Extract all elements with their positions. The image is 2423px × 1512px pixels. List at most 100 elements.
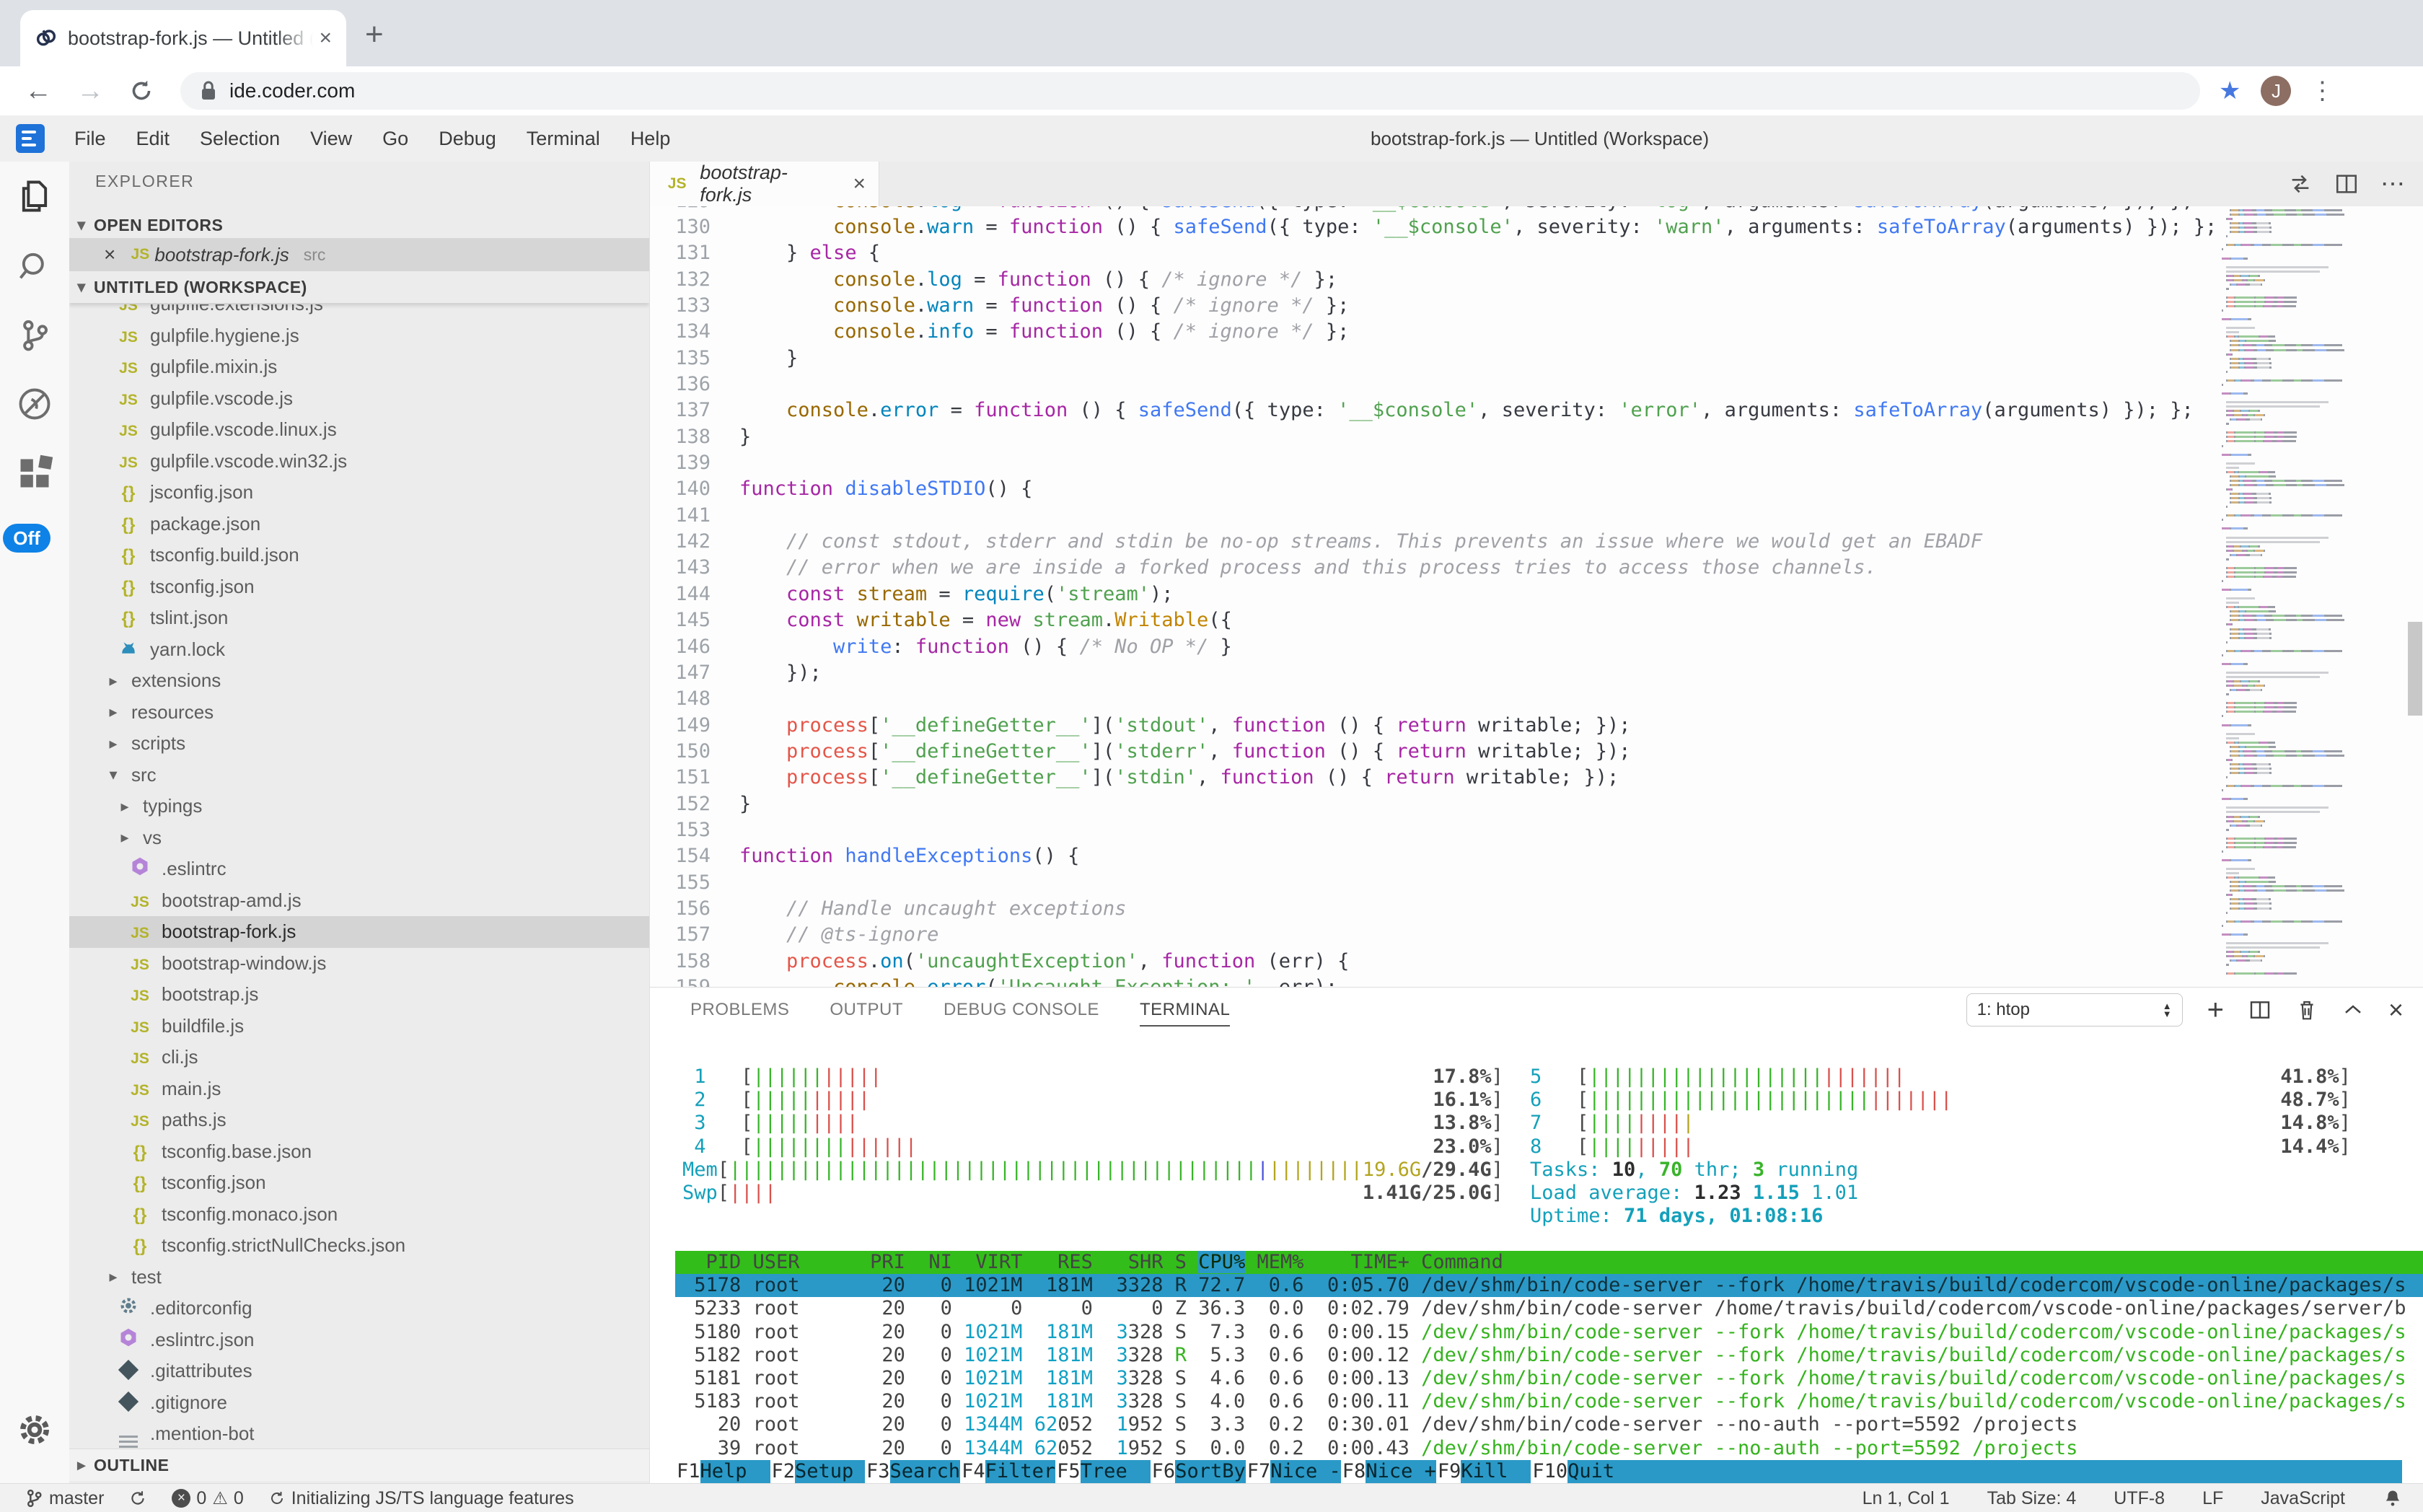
tree-item[interactable]: JSbuildfile.js (69, 1011, 649, 1042)
tree-item[interactable]: JSbootstrap.js (69, 979, 649, 1011)
sync-item[interactable] (128, 1489, 147, 1508)
coder-logo-icon[interactable] (16, 124, 45, 153)
fkey-f9[interactable]: F9 (1436, 1460, 1461, 1484)
tree-item[interactable]: JSgulpfile.hygiene.js (69, 320, 649, 352)
process-row[interactable]: 5178 root 20 0 1021M 181M 3328 R 72.7 0.… (675, 1274, 2423, 1297)
url-bar[interactable]: ide.coder.com (180, 72, 2200, 110)
code-editor[interactable]: 129 console.log = function () { safeSend… (650, 206, 2222, 987)
tree-item[interactable]: JScli.js (69, 1042, 649, 1073)
panel-tab-terminal[interactable]: TERMINAL (1140, 988, 1230, 1032)
process-row[interactable]: 5183 root 20 0 1021M 181M 3328 S 4.0 0.6… (675, 1390, 2423, 1413)
split-terminal-icon[interactable] (2248, 998, 2272, 1021)
outline-header[interactable]: ▸ OUTLINE (69, 1449, 649, 1481)
tree-item[interactable]: {}tsconfig.json (69, 1167, 649, 1199)
tree-item[interactable]: {}tsconfig.strictNullChecks.json (69, 1230, 649, 1262)
problems-item[interactable]: × 0 ⚠ 0 (172, 1488, 243, 1509)
process-row[interactable]: 5180 root 20 0 1021M 181M 3328 S 7.3 0.6… (675, 1321, 2423, 1344)
tree-folder[interactable]: ▸vs (69, 822, 649, 854)
avatar[interactable]: J (2261, 76, 2291, 106)
extensions-icon[interactable] (16, 454, 53, 492)
bell-icon[interactable] (2383, 1488, 2403, 1508)
open-editors-header[interactable]: ▾ OPEN EDITORS (69, 209, 649, 241)
maximize-panel-icon[interactable] (2342, 999, 2364, 1021)
tree-item[interactable]: JSmain.js (69, 1073, 649, 1105)
new-terminal-icon[interactable]: + (2207, 995, 2224, 1024)
tree-item[interactable]: JSbootstrap-window.js (69, 948, 649, 980)
panel-tab-problems[interactable]: PROBLEMS (690, 988, 789, 1032)
tree-item[interactable]: .gitignore (69, 1387, 649, 1419)
status-language-mode[interactable]: JavaScript (2261, 1488, 2345, 1509)
reload-icon[interactable] (128, 78, 154, 104)
tree-folder[interactable]: ▸typings (69, 791, 649, 822)
menu-edit[interactable]: Edit (121, 128, 185, 150)
fkey-f3[interactable]: F3 (865, 1460, 890, 1484)
tree-item[interactable]: JSbootstrap-amd.js (69, 885, 649, 917)
search-icon[interactable] (16, 247, 53, 284)
menu-debug[interactable]: Debug (423, 128, 511, 150)
back-icon[interactable]: ← (25, 76, 52, 107)
fkey-f10[interactable]: F10 (1531, 1460, 1567, 1484)
debug-disabled-icon[interactable] (16, 385, 53, 423)
tree-folder[interactable]: ▾src (69, 760, 649, 791)
status-tab-size[interactable]: Tab Size: 4 (1987, 1488, 2077, 1509)
fkey-f7[interactable]: F7 (1246, 1460, 1271, 1484)
browser-tab[interactable]: bootstrap-fork.js — Untitled (W × (20, 10, 346, 66)
new-tab-button[interactable]: + (365, 19, 384, 50)
process-row[interactable]: 5181 root 20 0 1021M 181M 3328 S 4.6 0.6… (675, 1367, 2423, 1390)
open-editor-item[interactable]: × JS bootstrap-fork.js src (69, 238, 649, 271)
panel-tab-debug-console[interactable]: DEBUG CONSOLE (944, 988, 1099, 1032)
git-branch-item[interactable]: master (25, 1488, 104, 1509)
bookmark-star-icon[interactable]: ★ (2219, 76, 2240, 105)
tree-item[interactable]: JSbootstrap-fork.js (69, 916, 649, 948)
source-control-icon[interactable] (16, 316, 53, 353)
process-row[interactable]: 5233 root 20 0 0 0 0 Z 36.3 0.0 0:02.79 … (675, 1297, 2423, 1320)
terminal-view[interactable]: 1 [||||||||||| 17.8%] 2 [|||||||||| 16.1… (650, 1032, 2423, 1484)
tree-item[interactable]: {}tslint.json (69, 602, 649, 634)
tree-item[interactable]: JSgulpfile.vscode.linux.js (69, 414, 649, 446)
tree-folder[interactable]: ▸test (69, 1262, 649, 1293)
tree-item[interactable]: {}jsconfig.json (69, 477, 649, 509)
kill-terminal-icon[interactable] (2296, 998, 2318, 1021)
process-row[interactable]: 5182 root 20 0 1021M 181M 3328 R 5.3 0.6… (675, 1344, 2423, 1367)
menu-view[interactable]: View (295, 128, 367, 150)
tab-close-icon[interactable]: × (319, 26, 332, 50)
tree-item[interactable]: .gitattributes (69, 1355, 649, 1387)
tree-item[interactable]: .eslintrc.json (69, 1324, 649, 1356)
offline-badge[interactable]: Off (3, 524, 50, 553)
tree-folder[interactable]: ▸extensions (69, 665, 649, 697)
more-actions-icon[interactable]: ⋯ (2380, 170, 2405, 198)
open-changes-icon[interactable] (2288, 172, 2313, 196)
tree-item[interactable]: JSgulpfile.mixin.js (69, 351, 649, 383)
minimap[interactable] (2222, 209, 2404, 984)
tree-item[interactable]: .editorconfig (69, 1293, 649, 1324)
menu-terminal[interactable]: Terminal (511, 128, 615, 150)
tree-folder[interactable]: ▸scripts (69, 728, 649, 760)
tree-item[interactable]: JSpaths.js (69, 1104, 649, 1136)
menu-help[interactable]: Help (615, 128, 686, 150)
menu-file[interactable]: File (59, 128, 121, 150)
tree-item[interactable]: {}tsconfig.build.json (69, 540, 649, 571)
status-encoding[interactable]: UTF-8 (2114, 1488, 2165, 1509)
tree-item[interactable]: {}tsconfig.base.json (69, 1136, 649, 1168)
close-panel-icon[interactable]: × (2388, 995, 2404, 1025)
editor-scrollbar[interactable] (2408, 622, 2422, 716)
panel-tab-output[interactable]: OUTPUT (830, 988, 903, 1032)
fkey-f8[interactable]: F8 (1341, 1460, 1366, 1484)
status-eol[interactable]: LF (2202, 1488, 2223, 1509)
close-icon[interactable]: × (104, 243, 115, 266)
tree-item[interactable]: JSgulpfile.vscode.win32.js (69, 446, 649, 478)
menu-selection[interactable]: Selection (185, 128, 295, 150)
menu-go[interactable]: Go (367, 128, 423, 150)
fkey-f6[interactable]: F6 (1151, 1460, 1176, 1484)
tree-item[interactable]: JSgulpfile.extensions.js (69, 304, 649, 320)
explorer-icon[interactable] (16, 177, 53, 215)
fkey-f5[interactable]: F5 (1055, 1460, 1081, 1484)
tree-item[interactable]: {}tsconfig.monaco.json (69, 1199, 649, 1231)
browser-menu-icon[interactable]: ⋮ (2310, 76, 2334, 105)
process-row[interactable]: 20 root 20 0 1344M 62052 1952 S 3.3 0.2 … (675, 1413, 2423, 1436)
tree-item[interactable]: JSgulpfile.vscode.js (69, 383, 649, 415)
tree-item[interactable]: .eslintrc (69, 853, 649, 885)
editor-tab[interactable]: JS bootstrap-fork.js × (650, 162, 879, 206)
close-icon[interactable]: × (853, 172, 866, 196)
process-row[interactable]: 39 root 20 0 1344M 62052 1952 S 0.0 0.2 … (675, 1437, 2423, 1460)
